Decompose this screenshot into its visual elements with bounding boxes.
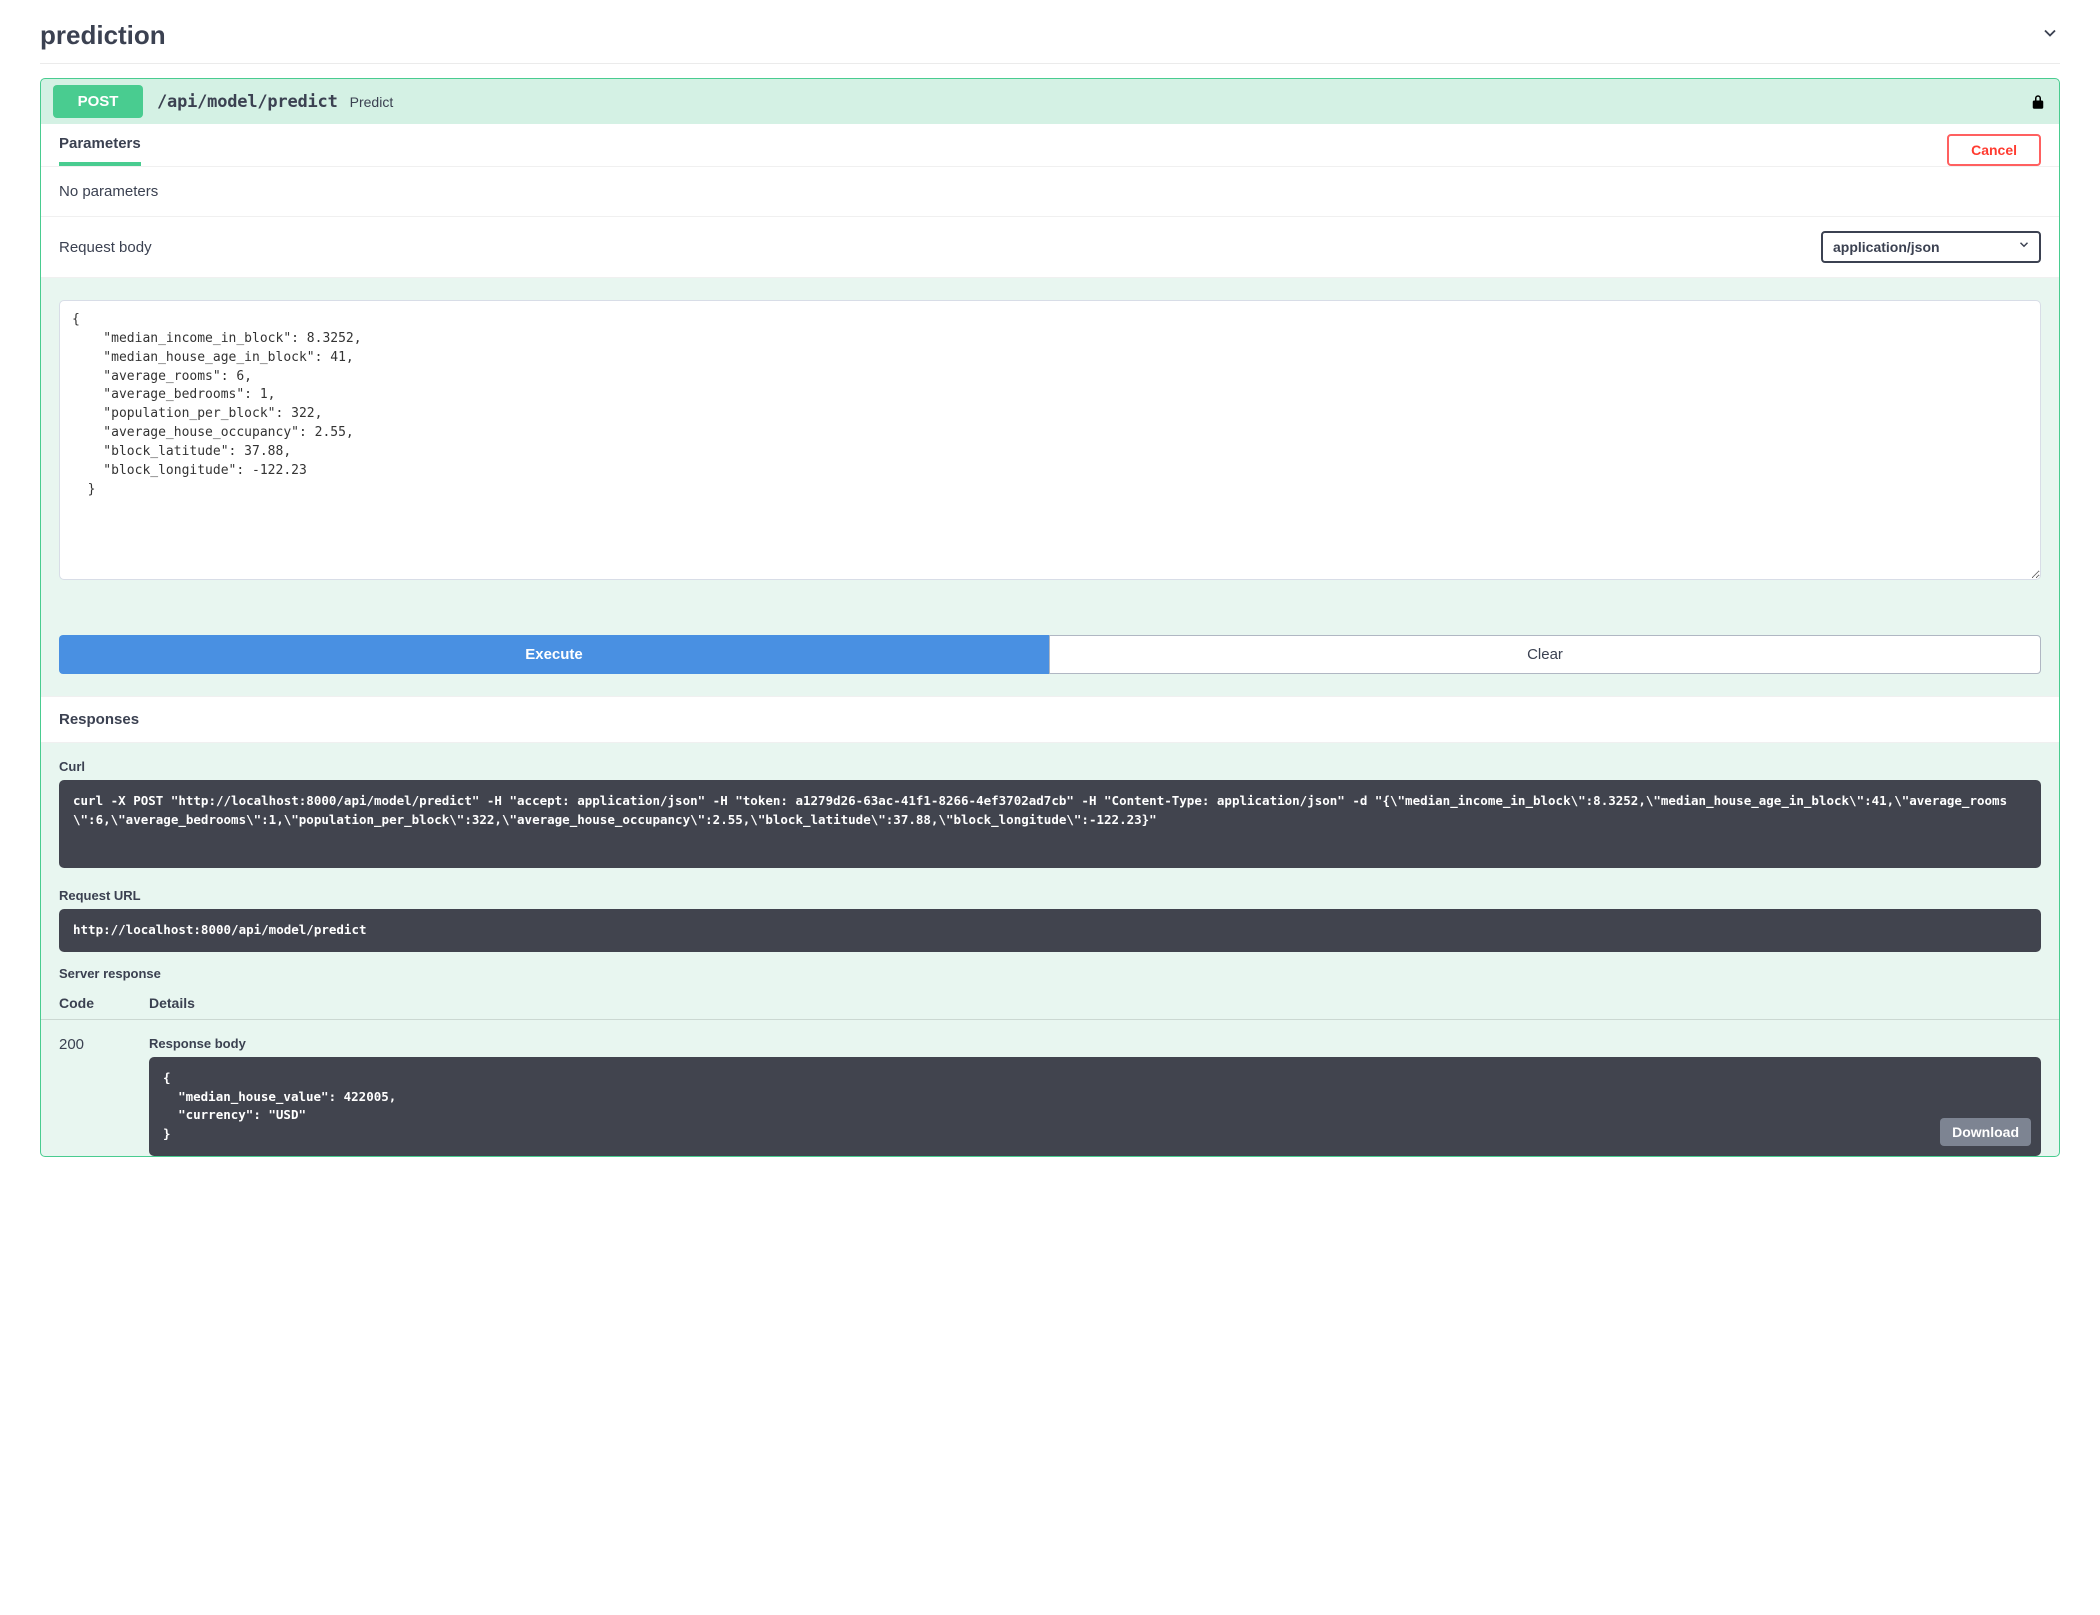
cancel-button[interactable]: Cancel [1947, 134, 2041, 166]
response-body-block: { "median_house_value": 422005, "currenc… [149, 1057, 2041, 1156]
request-url-label: Request URL [59, 888, 2041, 903]
curl-command[interactable]: curl -X POST "http://localhost:8000/api/… [59, 780, 2041, 868]
response-body-label: Response body [149, 1036, 2041, 1051]
response-details: Response body { "median_house_value": 42… [149, 1036, 2041, 1156]
response-body-value[interactable]: { "median_house_value": 422005, "currenc… [149, 1057, 2041, 1156]
method-badge: POST [53, 85, 143, 118]
response-code: 200 [59, 1036, 149, 1156]
content-type-select-wrap: application/json [1821, 231, 2041, 263]
clear-button[interactable]: Clear [1049, 635, 2041, 674]
request-body-editor-wrap [41, 278, 2059, 595]
no-parameters-text: No parameters [41, 166, 2059, 217]
tag-header[interactable]: prediction [40, 10, 2060, 64]
request-body-bar: Request body application/json [41, 217, 2059, 278]
curl-section: Curl curl -X POST "http://localhost:8000… [41, 743, 2059, 872]
tag-name: prediction [40, 20, 166, 51]
response-table-head: Code Details [41, 987, 2059, 1020]
endpoint-path: /api/model/predict [157, 92, 338, 112]
responses-header: Responses [41, 696, 2059, 743]
col-details-header: Details [149, 995, 2041, 1011]
request-url-section: Request URL http://localhost:8000/api/mo… [41, 872, 2059, 956]
chevron-down-icon[interactable] [2040, 23, 2060, 49]
download-button[interactable]: Download [1940, 1118, 2031, 1146]
content-type-select[interactable]: application/json [1821, 231, 2041, 263]
parameters-tab[interactable]: Parameters [59, 135, 141, 166]
opblock-post: POST /api/model/predict Predict Paramete… [40, 78, 2060, 1157]
request-url-value[interactable]: http://localhost:8000/api/model/predict [59, 909, 2041, 952]
request-body-label: Request body [59, 239, 152, 256]
request-body-editor[interactable] [59, 300, 2041, 580]
action-button-row: Execute Clear [41, 595, 2059, 696]
col-code-header: Code [59, 995, 149, 1011]
parameters-bar: Parameters Cancel [41, 124, 2059, 166]
execute-button[interactable]: Execute [59, 635, 1049, 674]
lock-icon[interactable] [2029, 93, 2047, 111]
opblock-summary[interactable]: POST /api/model/predict Predict [41, 79, 2059, 124]
curl-label: Curl [59, 759, 2041, 774]
response-row: 200 Response body { "median_house_value"… [41, 1020, 2059, 1156]
server-response-label: Server response [41, 956, 2059, 987]
endpoint-summary: Predict [350, 94, 394, 110]
